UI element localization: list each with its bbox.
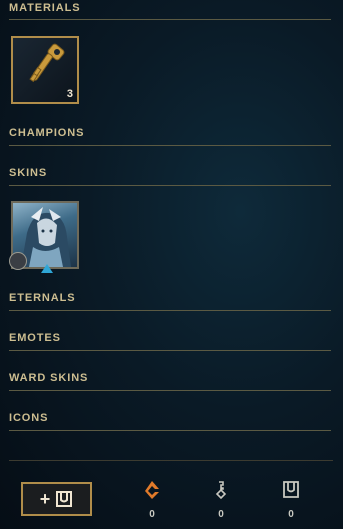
currency-key-fragments: 0: [206, 480, 236, 520]
section-divider: [9, 310, 331, 311]
open-chest-button[interactable]: +: [21, 482, 92, 516]
chest-icon: [283, 481, 299, 498]
section-title-champions: CHAMPIONS: [9, 127, 85, 139]
section-divider: [9, 19, 331, 20]
chest-icon: [56, 491, 73, 507]
skin-shard-tile[interactable]: [9, 201, 79, 273]
add-label: +: [39, 489, 51, 509]
key-fragment-icon: [29, 43, 65, 83]
item-count: 3: [66, 88, 73, 100]
currency-chests: 0: [276, 480, 306, 520]
currency-value: 0: [288, 509, 294, 520]
currency-value: 0: [218, 509, 224, 520]
section-divider: [9, 390, 331, 391]
key-fragment-icon: [215, 481, 227, 500]
owned-emblem-icon: [9, 252, 27, 270]
section-title-materials: MATERIALS: [9, 2, 81, 14]
section-divider: [9, 430, 331, 431]
section-title-icons: ICONS: [9, 412, 49, 424]
material-key-fragment-tile[interactable]: 3: [11, 36, 79, 104]
currency-value: 0: [149, 509, 155, 520]
currency-orange-essence: 0: [137, 480, 167, 520]
footer-divider: [9, 460, 333, 461]
orange-essence-icon: [145, 481, 159, 499]
section-divider: [9, 145, 331, 146]
section-title-eternals: ETERNALS: [9, 292, 76, 304]
section-title-ward-skins: WARD SKINS: [9, 372, 89, 384]
section-title-skins: SKINS: [9, 167, 48, 179]
section-divider: [9, 185, 331, 186]
section-divider: [9, 350, 331, 351]
rarity-gem-icon: [41, 264, 53, 273]
section-title-emotes: EMOTES: [9, 332, 61, 344]
